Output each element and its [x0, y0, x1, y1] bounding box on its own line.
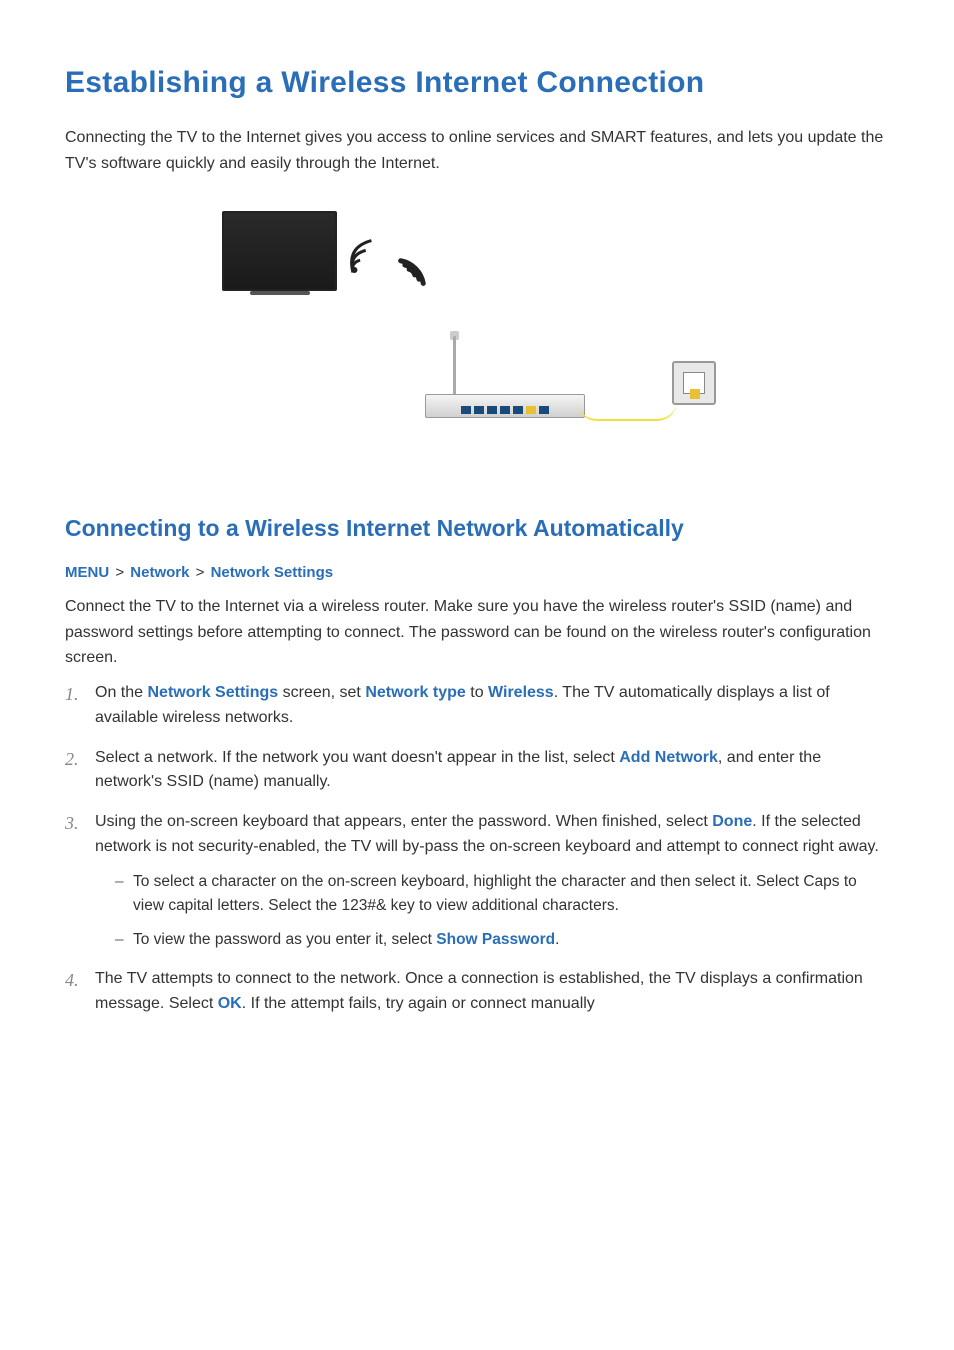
sub-text: To view the password as you enter it, se… [133, 931, 436, 948]
breadcrumb: MENU > Network > Network Settings [65, 562, 889, 585]
step-item: Select a network. If the network you wan… [65, 746, 889, 796]
connection-diagram [65, 201, 889, 461]
step-text: screen, set [278, 684, 365, 701]
highlight-network-settings: Network Settings [147, 684, 278, 701]
sub-item: To select a character on the on-screen k… [115, 870, 889, 918]
step-text: Using the on-screen keyboard that appear… [95, 813, 712, 830]
router-icon [425, 331, 585, 418]
breadcrumb-sep: > [115, 564, 124, 581]
highlight-add-network: Add Network [619, 749, 718, 766]
breadcrumb-sep: > [196, 564, 205, 581]
step-text: Select a network. If the network you wan… [95, 749, 619, 766]
wifi-waves-icon [341, 232, 390, 293]
step-item: On the Network Settings screen, set Netw… [65, 681, 889, 731]
step-text: . If the attempt fails, try again or con… [242, 995, 595, 1012]
highlight-wireless: Wireless [488, 684, 554, 701]
step-text: to [466, 684, 488, 701]
step-item: The TV attempts to connect to the networ… [65, 967, 889, 1017]
wall-socket-icon [672, 361, 716, 405]
intro-paragraph: Connecting the TV to the Internet gives … [65, 125, 889, 176]
step-item: Using the on-screen keyboard that appear… [65, 810, 889, 952]
breadcrumb-network: Network [130, 564, 189, 581]
sub-list: To select a character on the on-screen k… [95, 870, 889, 952]
wifi-arcs-icon [385, 231, 453, 299]
sub-text: To select a character on the on-screen k… [133, 873, 857, 914]
tv-icon [222, 211, 337, 295]
highlight-ok: OK [218, 995, 242, 1012]
highlight-network-type: Network type [365, 684, 465, 701]
breadcrumb-menu: MENU [65, 564, 109, 581]
highlight-done: Done [712, 813, 752, 830]
sub-item: To view the password as you enter it, se… [115, 928, 889, 952]
section-title: Connecting to a Wireless Internet Networ… [65, 511, 889, 546]
breadcrumb-settings: Network Settings [211, 564, 334, 581]
section-paragraph: Connect the TV to the Internet via a wir… [65, 594, 889, 671]
steps-list: On the Network Settings screen, set Netw… [65, 681, 889, 1016]
cable-icon [577, 401, 677, 421]
highlight-show-password: Show Password [436, 931, 555, 948]
step-text: On the [95, 684, 147, 701]
sub-text: . [555, 931, 559, 948]
page-title: Establishing a Wireless Internet Connect… [65, 60, 889, 105]
